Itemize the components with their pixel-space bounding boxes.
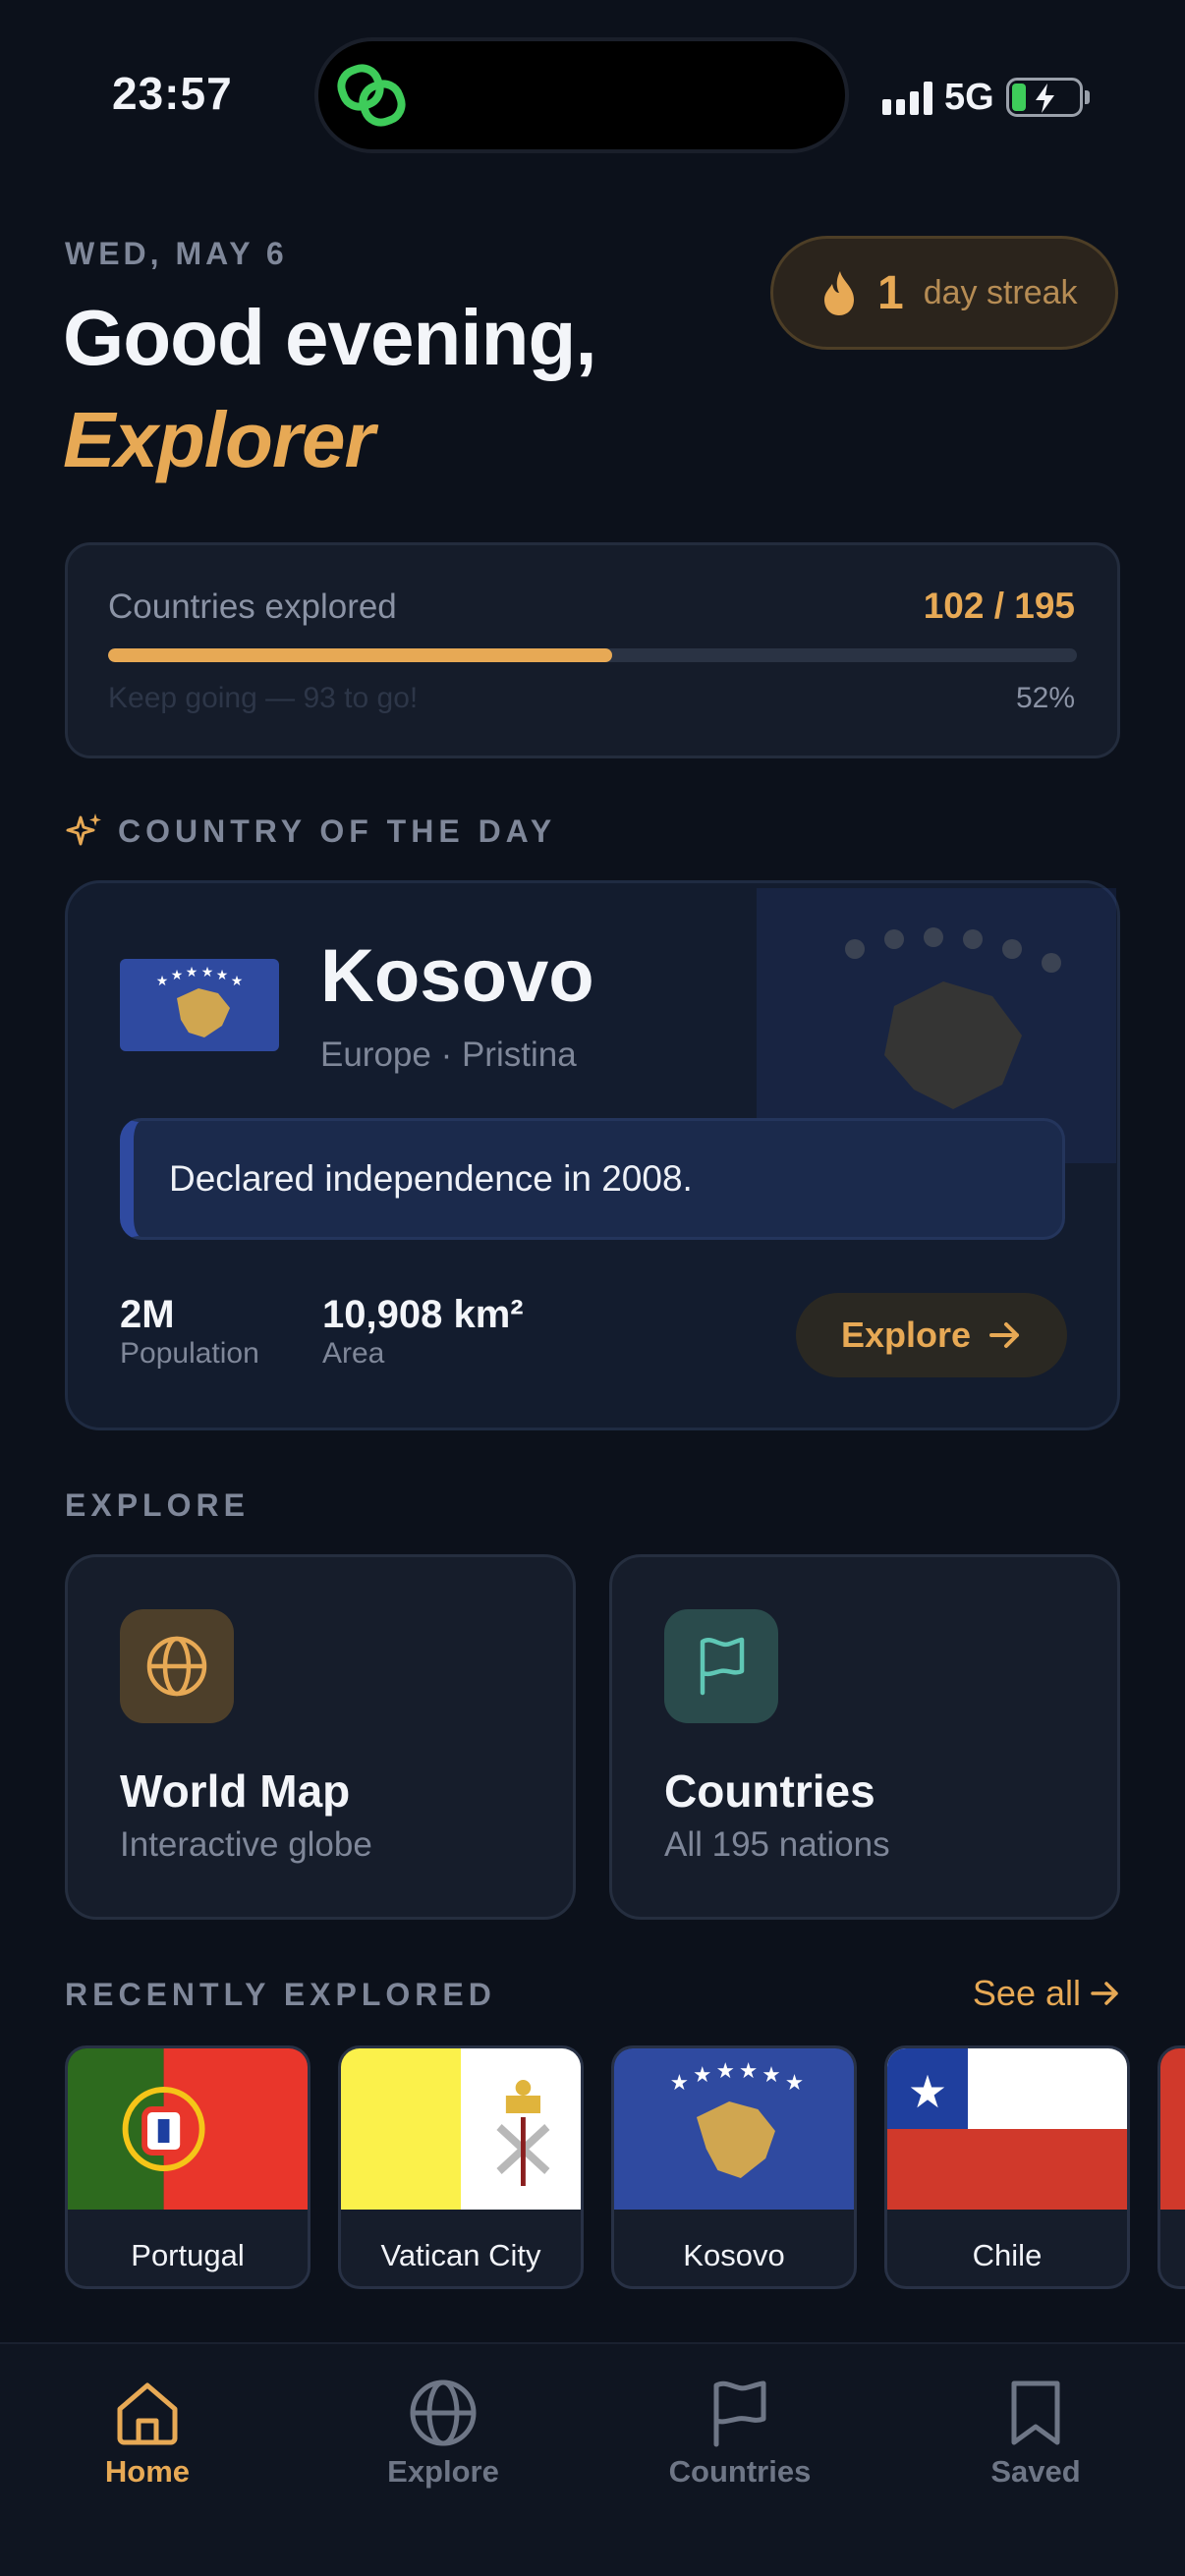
kosovo-flag: ★ ★ ★ ★ ★ ★	[120, 959, 279, 1051]
svg-text:★: ★	[670, 2071, 689, 2096]
svg-text:★: ★	[739, 2059, 758, 2084]
progress-bar-fill	[108, 648, 612, 662]
population-label: Population	[120, 1337, 259, 1370]
date-label: WED, MAY 6	[65, 236, 288, 271]
world-map-title: World Map	[120, 1765, 351, 1817]
svg-text:★: ★	[216, 968, 229, 983]
nav-saved[interactable]: Saved	[928, 2378, 1144, 2490]
progress-note: Keep going — 93 to go!	[108, 682, 419, 714]
vatican-flag	[341, 2048, 581, 2210]
globe-icon	[120, 1609, 234, 1723]
svg-text:★: ★	[762, 2063, 780, 2088]
arrow-right-icon	[1091, 1982, 1118, 2005]
partial-flag	[1160, 2048, 1185, 2210]
svg-text:★: ★	[186, 965, 198, 980]
recent-label: Vatican City	[380, 2238, 541, 2272]
recent-card-portugal[interactable]: Portugal	[65, 2045, 310, 2289]
portugal-flag	[68, 2048, 308, 2210]
section-title: COUNTRY OF THE DAY	[118, 812, 557, 849]
streak-label: day streak	[923, 273, 1078, 311]
user-name: Explorer	[63, 396, 375, 483]
world-map-subtitle: Interactive globe	[120, 1825, 372, 1864]
country-of-day-heading: COUNTRY OF THE DAY	[65, 812, 556, 851]
bookmark-icon	[1011, 2380, 1060, 2445]
nav-explore[interactable]: Explore	[335, 2378, 551, 2490]
see-all-label: See all	[972, 1973, 1081, 2013]
recent-card-vatican-city[interactable]: Vatican City	[338, 2045, 584, 2289]
explore-heading: EXPLORE	[65, 1487, 250, 1523]
progress-label: Countries explored	[108, 588, 397, 626]
svg-text:★: ★	[908, 2065, 947, 2118]
kosovo-flag: ★ ★ ★ ★ ★ ★	[614, 2048, 854, 2210]
country-meta: Europe · Pristina	[320, 1036, 577, 1074]
countries-title: Countries	[664, 1765, 875, 1817]
svg-text:★: ★	[231, 974, 244, 989]
status-indicators: 5G	[882, 73, 1090, 122]
link-icon	[337, 64, 406, 127]
countries-subtitle: All 195 nations	[664, 1825, 890, 1864]
country-fact: Declared independence in 2008.	[120, 1118, 1065, 1240]
svg-text:★: ★	[785, 2071, 804, 2096]
progress-bar	[108, 648, 1077, 662]
svg-text:★: ★	[693, 2063, 711, 2088]
nav-label: Countries	[668, 2454, 812, 2489]
country-name: Kosovo	[320, 934, 594, 1018]
nav-countries[interactable]: Countries	[632, 2378, 848, 2490]
sparkle-icon	[66, 813, 101, 846]
nav-label: Explore	[387, 2454, 499, 2489]
population-value: 2M	[120, 1293, 175, 1336]
flag-icon	[713, 2380, 766, 2447]
svg-text:★: ★	[201, 965, 214, 980]
status-time: 23:57	[112, 68, 233, 119]
flag-icon	[664, 1609, 778, 1723]
battery-icon	[1005, 78, 1090, 117]
signal-icon	[882, 80, 932, 115]
arrow-right-icon	[989, 1322, 1020, 1348]
svg-text:★: ★	[716, 2059, 735, 2084]
area-value: 10,908 km²	[322, 1293, 524, 1336]
explore-country-button[interactable]: Explore	[796, 1293, 1067, 1377]
recent-label: Portugal	[131, 2238, 245, 2272]
recent-label: Chile	[972, 2238, 1043, 2272]
see-all-link[interactable]: See all	[973, 1973, 1120, 2014]
home-icon	[117, 2382, 178, 2445]
globe-icon	[410, 2380, 477, 2446]
nav-home[interactable]: Home	[39, 2378, 255, 2490]
svg-text:★: ★	[171, 968, 184, 983]
svg-text:★: ★	[156, 974, 169, 989]
area-label: Area	[322, 1337, 385, 1370]
progress-percent: 52%	[1015, 682, 1075, 714]
explore-button-label: Explore	[840, 1315, 972, 1355]
recent-card-partial[interactable]	[1157, 2045, 1185, 2289]
nav-label: Home	[104, 2454, 191, 2489]
fact-text: Declared independence in 2008.	[169, 1158, 693, 1199]
recent-card-kosovo[interactable]: ★ ★ ★ ★ ★ ★ Kosovo	[611, 2045, 857, 2289]
streak-badge[interactable]: 1 day streak	[770, 236, 1118, 350]
recent-label: Kosovo	[683, 2238, 785, 2272]
population-stat: 2M Population	[120, 1293, 259, 1371]
area-stat: 10,908 km² Area	[322, 1293, 524, 1371]
nav-label: Saved	[990, 2454, 1081, 2489]
progress-count: 102 / 195	[923, 586, 1075, 626]
flame-icon	[824, 271, 854, 315]
recently-explored-heading: RECENTLY EXPLORED	[65, 1977, 496, 2012]
streak-count: 1	[877, 266, 904, 319]
greeting-title: Good evening,	[63, 294, 597, 381]
network-label: 5G	[944, 76, 994, 118]
recent-card-chile[interactable]: ★ Chile	[884, 2045, 1130, 2289]
chile-flag: ★	[887, 2048, 1127, 2210]
